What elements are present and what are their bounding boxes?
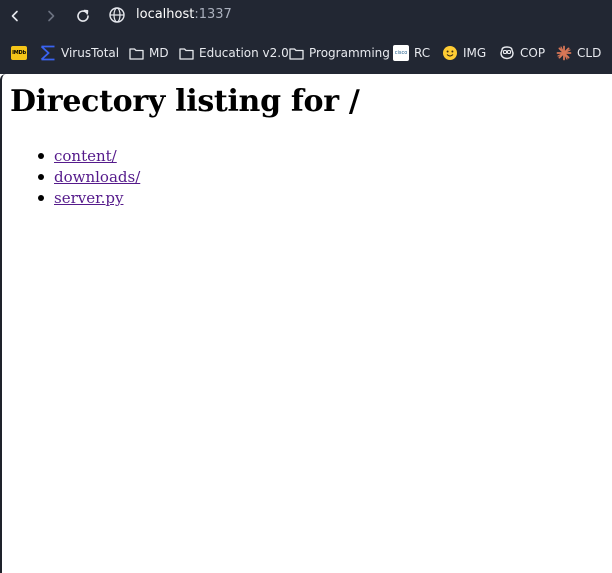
entry-link-server-py[interactable]: server.py [54,189,123,207]
bookmark-label: MD [149,46,169,60]
bookmark-label: Education v2.0 [199,46,289,60]
list-item: downloads/ [10,167,140,188]
bookmark-label: VirusTotal [61,46,120,60]
bookmarks-bar: IMDb VirusTotal MD Education v2.0 Progra… [0,37,612,69]
entry-link-content[interactable]: content/ [54,147,117,165]
huggingface-icon [442,45,458,61]
folder-icon [178,45,194,61]
virustotal-icon [40,45,56,61]
bookmark-rc[interactable]: cisco RC [393,44,430,62]
globe-icon[interactable] [108,6,126,24]
folder-icon [128,45,144,61]
cisco-icon: cisco [393,45,409,61]
imdb-icon: IMDb [11,45,27,61]
bookmark-imdb[interactable]: IMDb [11,44,32,62]
folder-icon [288,45,304,61]
reload-icon [77,9,89,22]
chevron-left-icon [11,10,18,22]
bookmark-img[interactable]: IMG [442,44,486,62]
page-title: Directory listing for / [10,84,360,119]
bookmark-label: IMG [463,46,487,60]
back-button[interactable] [5,6,25,26]
url-port: :1337 [194,7,232,22]
forward-button[interactable] [41,6,61,26]
entry-link-downloads[interactable]: downloads/ [54,168,140,186]
bookmark-folder-md[interactable]: MD [128,44,169,62]
directory-listing: content/ downloads/ server.py [10,146,140,209]
claude-icon [556,45,572,61]
reload-button[interactable] [73,6,93,26]
chevron-right-icon [48,10,55,22]
bookmark-label: RC [414,46,431,60]
bookmark-cop[interactable]: COP [499,44,545,62]
bookmark-label: Programming [309,46,390,60]
bookmark-cld[interactable]: CLD [556,44,601,62]
list-item: server.py [10,188,140,209]
bookmark-label: COP [520,46,546,60]
address-bar[interactable]: localhost:1337 [136,7,232,23]
bookmark-folder-programming[interactable]: Programming [288,44,390,62]
list-item: content/ [10,146,140,167]
copilot-icon [499,45,515,61]
bookmark-virustotal[interactable]: VirusTotal [40,44,119,62]
bookmark-folder-education[interactable]: Education v2.0 [178,44,289,62]
url-host: localhost [136,7,195,22]
browser-toolbar: localhost:1337 [0,0,612,33]
bullet-icon [38,174,44,180]
browser-chrome: localhost:1337 IMDb VirusTotal MD Educat… [0,0,612,74]
bullet-icon [38,195,44,201]
bullet-icon [38,153,44,159]
bookmark-label: CLD [577,46,602,60]
